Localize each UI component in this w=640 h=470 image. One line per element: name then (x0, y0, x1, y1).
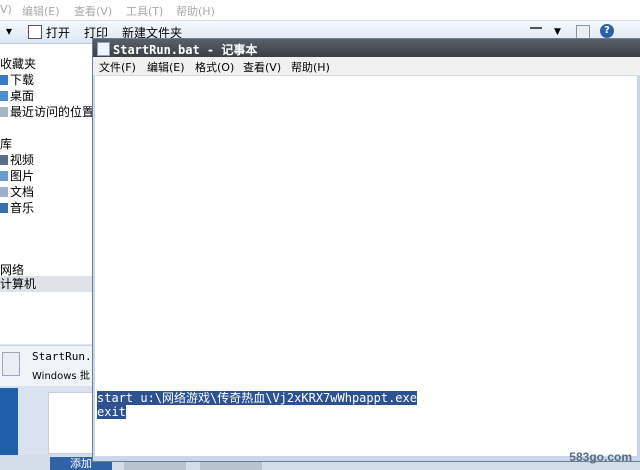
notepad-menubar: 文件(F) 编辑(E) 格式(O) 查看(V) 帮助(H) (93, 57, 640, 76)
open-button[interactable]: 打开 (46, 24, 70, 41)
notepad-icon (97, 42, 110, 56)
nav-desktop[interactable]: 桌面 (0, 88, 34, 104)
details-pane: StartRun. Windows 批 (0, 345, 92, 386)
music-icon (0, 203, 8, 213)
notepad-title: StartRun.bat - 记事本 (113, 43, 258, 57)
nav-network[interactable]: 网络 (0, 262, 24, 278)
help-icon[interactable]: ? (600, 24, 614, 38)
nav-library[interactable]: 库 (0, 136, 12, 152)
picture-icon (0, 171, 8, 181)
nav-music[interactable]: 音乐 (0, 200, 34, 216)
document-icon (0, 187, 8, 197)
batch-file-icon (2, 352, 20, 376)
notepad-titlebar[interactable]: StartRun.bat - 记事本 (93, 39, 640, 57)
notepad-menu-view[interactable]: 查看(V) (243, 59, 281, 75)
notepad-menu-file[interactable]: 文件(F) (99, 59, 136, 75)
menu-edit[interactable]: 编辑(E) (22, 3, 60, 19)
notepad-menu-format[interactable]: 格式(O) (195, 59, 234, 75)
code-line-1: start u:\网络游戏\传奇热血\Vj2xKRX7wWhpappt.exe (97, 391, 417, 405)
desktop-icon (0, 91, 8, 101)
notepad-menu-edit[interactable]: 编辑(E) (147, 59, 185, 75)
details-filetype: Windows 批 (32, 371, 90, 382)
menu-help[interactable]: 帮助(H) (176, 3, 215, 19)
nav-computer[interactable]: 计算机 (0, 276, 92, 292)
organize-arrow[interactable]: ▾ (6, 24, 12, 38)
program-icon (0, 388, 18, 458)
navigation-pane: 收藏夹 下载 桌面 最近访问的位置 库 视频 图片 文档 音乐 计算机 网络 (0, 44, 94, 344)
view-dropdown-arrow-icon[interactable]: ▼ (554, 27, 561, 37)
list-box[interactable] (48, 392, 94, 454)
open-icon (28, 25, 42, 39)
video-icon (0, 155, 8, 165)
nav-recent[interactable]: 最近访问的位置 (0, 104, 94, 120)
explorer-menubar: V) 编辑(E) 查看(V) 工具(T) 帮助(H) (0, 0, 640, 21)
notepad-text-area[interactable]: start u:\网络游戏\传奇热血\Vj2xKRX7wWhpappt.exe … (95, 76, 637, 456)
nav-documents[interactable]: 文档 (0, 184, 34, 200)
nav-pictures[interactable]: 图片 (0, 168, 34, 184)
recent-places-icon (0, 107, 8, 117)
notepad-menu-help[interactable]: 帮助(H) (291, 59, 330, 75)
preview-pane-icon[interactable] (576, 25, 590, 39)
menu-view[interactable]: 查看(V) (74, 3, 112, 19)
watermark-logo: 583go.com (569, 450, 632, 464)
nav-videos[interactable]: 视频 (0, 152, 34, 168)
details-filename: StartRun. (32, 350, 92, 363)
nav-favorites[interactable]: 收藏夹 (0, 56, 36, 72)
menu-tools[interactable]: 工具(T) (126, 3, 163, 19)
menu-view-partial[interactable]: V) (0, 3, 12, 16)
download-icon (0, 75, 8, 85)
notepad-window: StartRun.bat - 记事本 文件(F) 编辑(E) 格式(O) 查看(… (92, 38, 640, 462)
code-line-2: exit (97, 405, 126, 419)
nav-downloads[interactable]: 下载 (0, 72, 34, 88)
